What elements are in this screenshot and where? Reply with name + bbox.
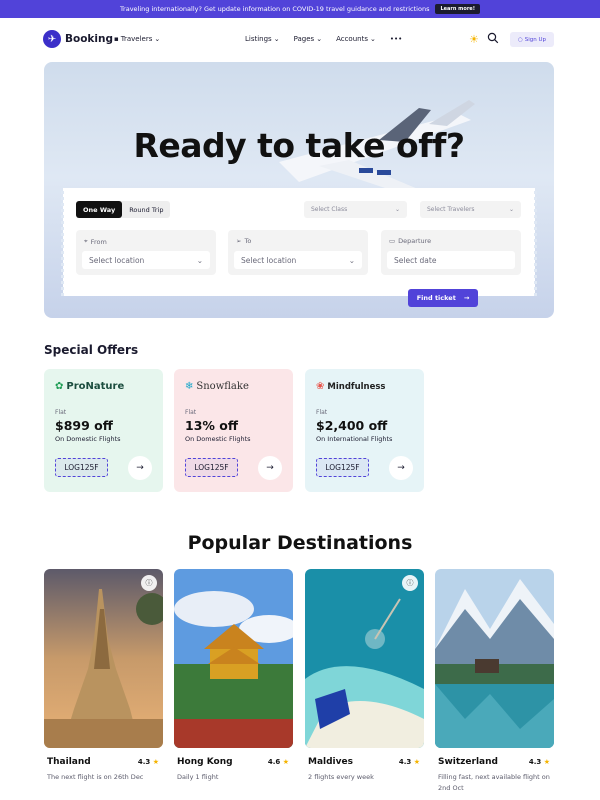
brand-logo[interactable]: ✈ Booking [43, 30, 113, 48]
trip-type-tabs: One Way Round Trip [76, 201, 171, 218]
nav-listings[interactable]: Listings ⌄ [245, 35, 280, 43]
departure-field: ▭ Departure Select date [381, 230, 521, 275]
destination-rating: 4.3 ★ [528, 758, 550, 766]
destination-subtitle: Filling fast, next available flight on 2… [438, 773, 550, 792]
find-ticket-button[interactable]: Find ticket → [408, 289, 478, 307]
offer-brand-name: Mindfulness [327, 381, 386, 392]
arrow-right-icon[interactable]: → [389, 456, 413, 480]
chevron-down-icon: ⌄ [508, 206, 514, 213]
offer-brand-name: Snowflake [196, 381, 249, 392]
learn-more-button[interactable]: Learn more! [435, 4, 480, 14]
arrow-right-icon: → [463, 294, 470, 302]
destination-card[interactable]: Switzerland 4.3 ★ Filling fast, next ava… [435, 569, 554, 792]
to-location-select[interactable]: Select location ⌄ [234, 251, 362, 269]
star-icon: ★ [543, 758, 550, 766]
offer-description: On Domestic Flights [55, 435, 121, 443]
destination-rating: 4.3 ★ [398, 758, 420, 766]
chevron-down-icon: ⌄ [369, 35, 376, 43]
from-field: ⌖ From Select location ⌄ [76, 230, 216, 275]
special-offers-title: Special Offers [44, 343, 139, 357]
destination-image [435, 569, 554, 748]
destination-name: Switzerland [438, 757, 498, 767]
destination-card[interactable]: Hong Kong 4.6 ★ Daily 1 flight [174, 569, 293, 781]
chevron-down-icon: ⌄ [196, 255, 203, 265]
chevron-down-icon: ⌄ [316, 35, 323, 43]
star-icon: ★ [152, 758, 159, 766]
banner-text: Traveling internationally? Get update in… [120, 5, 430, 13]
star-icon: ★ [413, 758, 420, 766]
coupon-code[interactable]: LOG125F [55, 458, 108, 477]
destination-image [44, 569, 163, 748]
hero-section: Ready to take off? One Way Round Trip Se… [44, 62, 554, 318]
destination-name: Maldives [308, 757, 353, 767]
send-icon: ➢ [236, 237, 242, 245]
offer-card[interactable]: ❄ Snowflake Flat 13% off On Domestic Fli… [174, 369, 293, 492]
user-icon: ○ [517, 36, 523, 43]
offer-price: $2,400 off [316, 418, 388, 433]
destination-rating: 4.6 ★ [267, 758, 289, 766]
to-field: ➢ To Select location ⌄ [228, 230, 368, 275]
calendar-icon: ▭ [389, 237, 396, 245]
destination-image [305, 569, 424, 748]
sign-up-button[interactable]: ○ Sign Up [510, 32, 554, 47]
travelers-label: Travelers [120, 35, 153, 43]
offer-card[interactable]: ✿ ProNature Flat $899 off On Domestic Fl… [44, 369, 163, 492]
offer-brand-name: ProNature [66, 381, 125, 392]
offer-flat-label: Flat [185, 409, 197, 416]
destination-rating: 4.3 ★ [137, 758, 159, 766]
coupon-code[interactable]: LOG125F [316, 458, 369, 477]
more-menu-icon[interactable]: ••• [390, 35, 402, 43]
departure-date-input[interactable]: Select date [387, 251, 515, 269]
chevron-down-icon: ⌄ [394, 206, 400, 213]
nav-accounts[interactable]: Accounts ⌄ [336, 35, 376, 43]
popular-destinations-title: Popular Destinations [187, 532, 413, 554]
arrow-right-icon[interactable]: → [128, 456, 152, 480]
coupon-code[interactable]: LOG125F [185, 458, 238, 477]
travelers-dropdown[interactable]: ▪ Travelers ⌄ [114, 35, 160, 43]
destination-subtitle: 2 flights every week [308, 773, 374, 781]
briefcase-icon: ▪ [114, 35, 119, 43]
offer-card[interactable]: ❀ Mindfulness Flat $2,400 off On Interna… [305, 369, 424, 492]
offer-price: 13% off [185, 418, 238, 433]
location-pin-icon: ⌖ [84, 237, 88, 245]
chevron-down-icon: ⌄ [154, 35, 161, 43]
sun-theme-icon[interactable]: ☀ [469, 33, 479, 46]
info-icon[interactable]: ⓘ [402, 575, 418, 591]
search-icon[interactable] [487, 32, 499, 44]
brand-name: Booking [65, 33, 114, 45]
tab-one-way[interactable]: One Way [76, 201, 123, 218]
destination-card[interactable]: ⓘ Maldives 4.3 ★ 2 flights every week [305, 569, 424, 781]
destination-name: Hong Kong [177, 757, 233, 767]
destination-subtitle: Daily 1 flight [177, 773, 219, 781]
destination-name: Thailand [47, 757, 91, 767]
select-class-dropdown[interactable]: Select Class ⌄ [304, 201, 407, 218]
star-icon: ★ [282, 758, 289, 766]
info-icon[interactable]: ⓘ [141, 575, 157, 591]
nav-links: Listings ⌄ Pages ⌄ Accounts ⌄ ••• [245, 35, 402, 43]
chevron-down-icon: ⌄ [348, 255, 355, 265]
offer-flat-label: Flat [55, 409, 67, 416]
plane-logo-icon: ✈ [43, 30, 61, 48]
lotus-logo-icon: ❀ [316, 381, 325, 392]
from-location-select[interactable]: Select location ⌄ [82, 251, 210, 269]
offer-description: On International Flights [316, 435, 393, 443]
leaf-logo-icon: ✿ [55, 381, 64, 392]
announcement-banner: Traveling internationally? Get update in… [0, 0, 600, 18]
destination-card[interactable]: ⓘ Thailand 4.3 ★ The next flight is on 2… [44, 569, 163, 781]
chevron-down-icon: ⌄ [273, 35, 280, 43]
nav-pages[interactable]: Pages ⌄ [294, 35, 322, 43]
offer-flat-label: Flat [316, 409, 328, 416]
hero-title: Ready to take off? [133, 126, 465, 165]
destination-image [174, 569, 293, 748]
offer-description: On Domestic Flights [185, 435, 251, 443]
destination-subtitle: The next flight is on 26th Dec [47, 773, 144, 781]
select-travelers-dropdown[interactable]: Select Travelers ⌄ [420, 201, 521, 218]
tab-round-trip[interactable]: Round Trip [122, 201, 170, 218]
snowflake-logo-icon: ❄ [185, 381, 194, 392]
flight-search-card: One Way Round Trip Select Class ⌄ Select… [61, 188, 537, 296]
arrow-right-icon[interactable]: → [258, 456, 282, 480]
navbar: ✈ Booking ▪ Travelers ⌄ Listings ⌄ Pages ⌄… [0, 18, 600, 60]
offer-price: $899 off [55, 418, 113, 433]
